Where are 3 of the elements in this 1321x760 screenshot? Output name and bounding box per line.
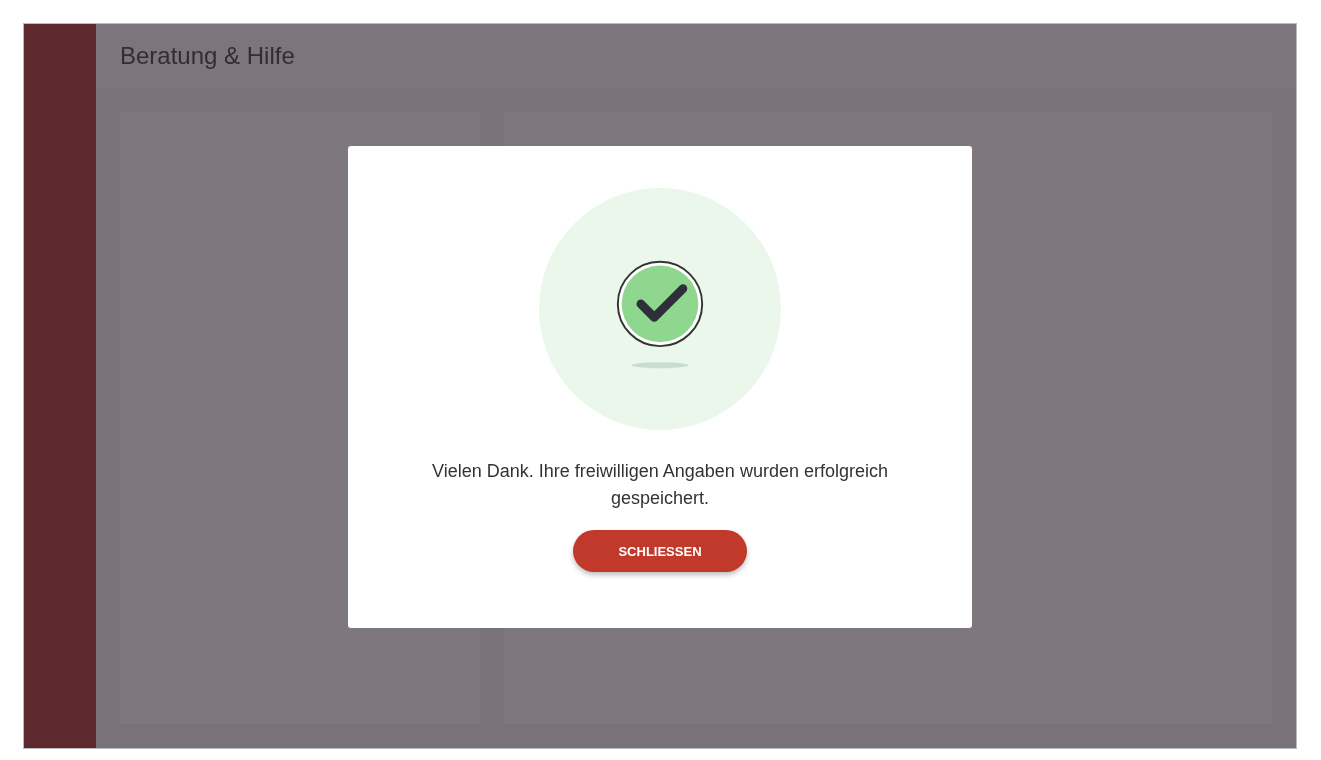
page-title: Beratung & Hilfe — [120, 42, 295, 70]
close-button[interactable]: SCHLIESSEN — [573, 530, 747, 572]
success-message: Vielen Dank. Ihre freiwilligen Angaben wurden erfolgreich gespeichert. — [431, 460, 889, 510]
